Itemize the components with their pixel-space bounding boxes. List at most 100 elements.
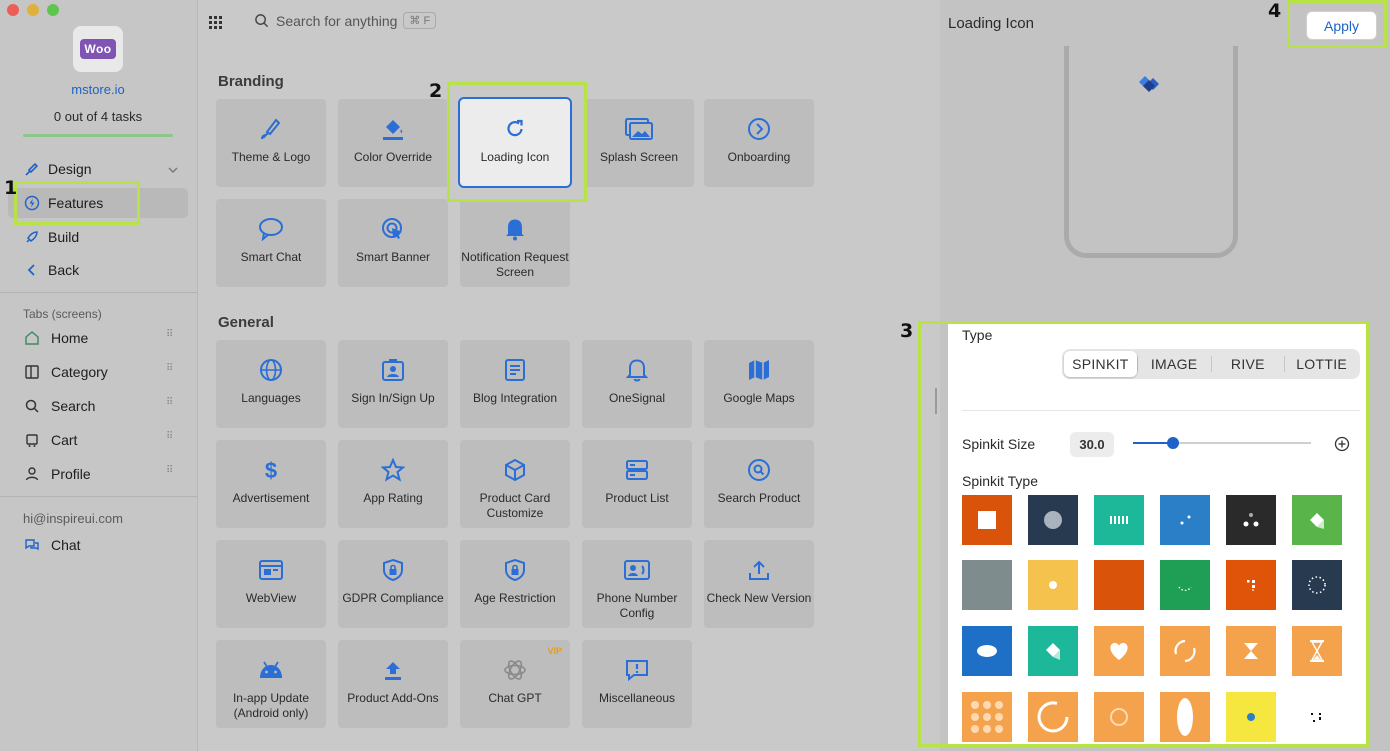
drag-handle-icon[interactable]: ⠿ xyxy=(166,330,173,340)
apply-button[interactable]: Apply xyxy=(1306,11,1377,40)
drag-handle-icon[interactable]: ⠿ xyxy=(166,398,173,408)
tile-search-product[interactable]: Search Product xyxy=(704,440,814,528)
nav-features[interactable]: Features xyxy=(8,188,188,218)
tile-label: OneSignal xyxy=(608,391,666,405)
type-option-spinkit[interactable]: SPINKIT xyxy=(1064,351,1137,377)
search-input[interactable]: Search for anything ⌘ F xyxy=(254,12,437,29)
tile-label: Chat GPT xyxy=(488,691,542,705)
spinkit-spinning-lines[interactable] xyxy=(1292,692,1342,742)
spinkit-ripple[interactable] xyxy=(1028,560,1078,610)
tile-label: Search Product xyxy=(717,491,801,505)
tile-advertisement[interactable]: $ Advertisement xyxy=(216,440,326,528)
nav-back[interactable]: Back xyxy=(8,255,188,285)
tile-product-list[interactable]: Product List xyxy=(582,440,692,528)
type-option-lottie[interactable]: LOTTIE xyxy=(1285,351,1358,377)
spinkit-chasing-dots[interactable] xyxy=(1226,692,1276,742)
spinkit-dots[interactable] xyxy=(1160,495,1210,545)
spinkit-cube-grid[interactable] xyxy=(1226,560,1276,610)
tile-onesignal[interactable]: OneSignal xyxy=(582,340,692,428)
tile-languages[interactable]: Languages xyxy=(216,340,326,428)
spinkit-three-bounce[interactable] xyxy=(1226,495,1276,545)
spinkit-wave[interactable] xyxy=(1094,495,1144,545)
panel-resize-handle[interactable] xyxy=(935,388,937,414)
tab-cart[interactable]: Cart ⠿ xyxy=(23,428,178,452)
spinkit-pumping-heart[interactable] xyxy=(1094,626,1144,676)
spinkit-dot-grid[interactable] xyxy=(962,692,1012,742)
tile-product-addons[interactable]: Product Add-Ons xyxy=(338,640,448,728)
spinkit-spinning-circle[interactable] xyxy=(1292,560,1342,610)
spinkit-pulse[interactable] xyxy=(962,560,1012,610)
tab-category[interactable]: Category ⠿ xyxy=(23,360,178,384)
spinkit-folding[interactable] xyxy=(1292,495,1342,545)
spinkit-rotating-plane[interactable] xyxy=(1028,626,1078,676)
tile-age-restriction[interactable]: Age Restriction xyxy=(460,540,570,628)
tile-onboarding[interactable]: Onboarding xyxy=(704,99,814,187)
nav-design[interactable]: Design xyxy=(8,154,188,184)
type-segmented-control[interactable]: SPINKIT IMAGE RIVE LOTTIE xyxy=(1062,349,1360,379)
tile-gdpr[interactable]: GDPR Compliance xyxy=(338,540,448,628)
spinkit-fading[interactable] xyxy=(1094,560,1144,610)
tile-label: Google Maps xyxy=(723,391,795,405)
tab-home[interactable]: Home ⠿ xyxy=(23,326,178,350)
tile-splash-screen[interactable]: Splash Screen xyxy=(584,99,694,187)
plus-circle-icon[interactable] xyxy=(1334,436,1350,457)
tile-label: Theme & Logo xyxy=(231,150,311,164)
upload-tray-icon xyxy=(382,656,404,684)
lightning-icon xyxy=(23,194,41,212)
maximize-window-button[interactable] xyxy=(47,4,59,16)
chat-link[interactable]: Chat xyxy=(23,533,178,557)
browser-window-icon xyxy=(259,556,283,584)
tile-theme-logo[interactable]: Theme & Logo xyxy=(216,99,326,187)
minimize-window-button[interactable] xyxy=(27,4,39,16)
spinkit-pouring-hourglass[interactable] xyxy=(1292,626,1342,676)
tile-chat-gpt[interactable]: VIP Chat GPT xyxy=(460,640,570,728)
tile-check-version[interactable]: Check New Version xyxy=(704,540,814,628)
nav-build[interactable]: Build xyxy=(8,222,188,252)
spinkit-size-value[interactable]: 30.0 xyxy=(1070,432,1114,457)
tile-blog-integration[interactable]: Blog Integration xyxy=(460,340,570,428)
tile-label: Advertisement xyxy=(232,491,310,505)
drag-handle-icon[interactable]: ⠿ xyxy=(166,364,173,374)
spinkit-dual-ring[interactable] xyxy=(1160,626,1210,676)
type-option-rive[interactable]: RIVE xyxy=(1212,351,1285,377)
drag-handle-icon[interactable]: ⠿ xyxy=(166,466,173,476)
tile-label: Product Card Customize xyxy=(479,491,551,520)
tile-miscellaneous[interactable]: Miscellaneous xyxy=(582,640,692,728)
chevron-down-icon[interactable] xyxy=(168,162,178,178)
type-option-image[interactable]: IMAGE xyxy=(1138,351,1211,377)
tile-notification-request[interactable]: Notification Request Screen xyxy=(460,199,570,287)
tile-sign-in[interactable]: Sign In/Sign Up xyxy=(338,340,448,428)
app-grid-icon[interactable] xyxy=(209,16,225,35)
tile-smart-banner[interactable]: Smart Banner xyxy=(338,199,448,287)
spinkit-fading-circle[interactable] xyxy=(1160,560,1210,610)
tile-label: Check New Version xyxy=(706,591,812,605)
spinkit-size-slider[interactable] xyxy=(1133,442,1311,444)
tile-product-card[interactable]: Product Card Customize xyxy=(460,440,570,528)
tile-google-maps[interactable]: Google Maps xyxy=(704,340,814,428)
spinkit-circle[interactable] xyxy=(1028,495,1078,545)
branding-section-title: Branding xyxy=(218,73,284,90)
tile-webview[interactable]: WebView xyxy=(216,540,326,628)
spinkit-hourglass[interactable] xyxy=(1226,626,1276,676)
tile-inapp-update[interactable]: In-app Update (Android only) xyxy=(216,640,326,728)
tile-smart-chat[interactable]: Smart Chat xyxy=(216,199,326,287)
spinkit-double-bounce[interactable] xyxy=(962,626,1012,676)
tab-profile[interactable]: Profile ⠿ xyxy=(23,462,178,486)
spinkit-wandering-cubes[interactable] xyxy=(1160,692,1210,742)
tile-loading-icon[interactable]: Loading Icon xyxy=(458,97,572,188)
tile-phone-number[interactable]: Phone Number Config xyxy=(582,540,692,628)
tab-search[interactable]: Search ⠿ xyxy=(23,394,178,418)
spinkit-square[interactable] xyxy=(962,495,1012,545)
tile-color-override[interactable]: Color Override xyxy=(338,99,448,187)
woo-logo-text: Woo xyxy=(80,39,116,59)
drag-handle-icon[interactable]: ⠿ xyxy=(166,432,173,442)
store-logo[interactable]: Woo xyxy=(73,26,123,72)
store-name-link[interactable]: mstore.io xyxy=(0,82,196,97)
slider-knob[interactable] xyxy=(1167,437,1179,449)
tile-app-rating[interactable]: App Rating xyxy=(338,440,448,528)
close-window-button[interactable] xyxy=(7,4,19,16)
spinkit-ring[interactable] xyxy=(1028,692,1078,742)
tab-profile-label: Profile xyxy=(51,466,91,482)
speech-bubble-icon xyxy=(258,215,284,243)
spinkit-ripple-ring[interactable] xyxy=(1094,692,1144,742)
